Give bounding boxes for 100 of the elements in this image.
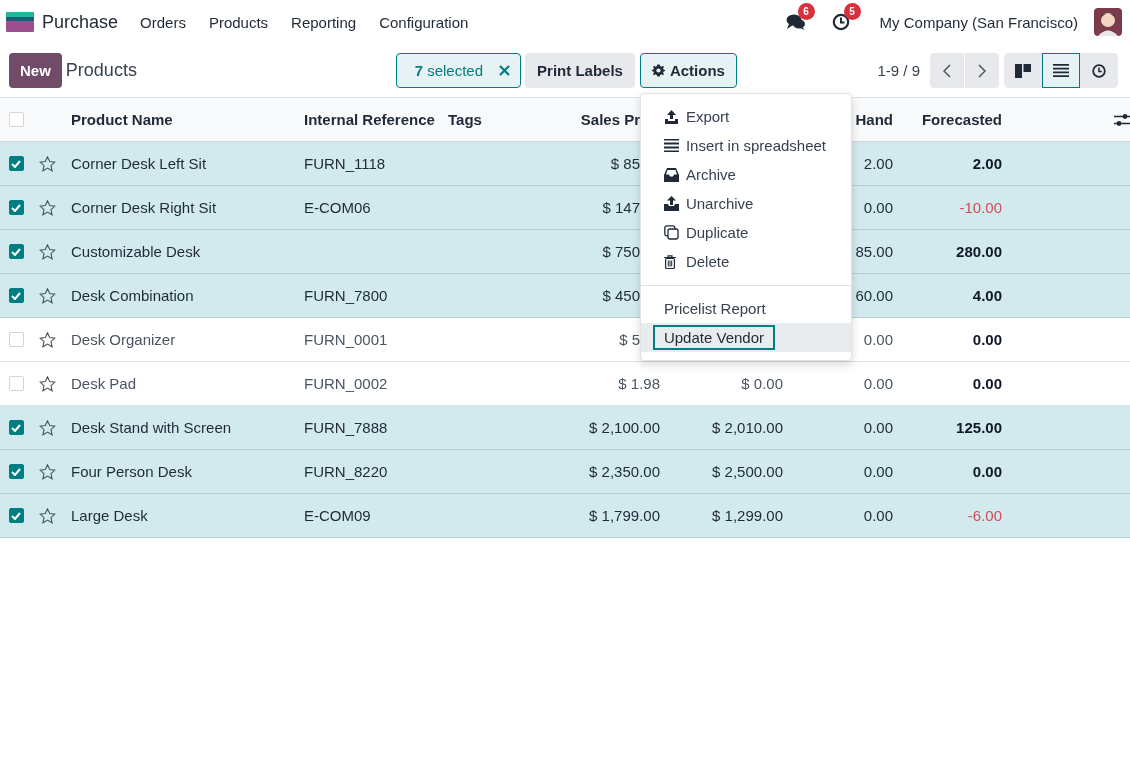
star-icon[interactable] xyxy=(38,507,56,524)
menu-item[interactable]: Export xyxy=(640,102,851,131)
table-cell: 280.00 xyxy=(956,243,1002,260)
checkbox[interactable] xyxy=(8,244,24,259)
column-settings-icon[interactable] xyxy=(1114,112,1130,127)
column-header[interactable]: Forecasted xyxy=(921,111,1002,128)
table-cell: Corner Desk Right Sit xyxy=(71,199,217,216)
inbox-icon xyxy=(663,167,679,182)
menu-item[interactable]: Archive xyxy=(640,160,851,189)
new-button[interactable]: New xyxy=(9,53,62,88)
table-cell: $ 1,799.00 xyxy=(589,507,660,524)
table-cell: $ 1.98 xyxy=(618,375,660,392)
table-cell: $ 2,350.00 xyxy=(589,463,660,480)
table-cell: 0.00 xyxy=(972,375,1002,392)
checkbox[interactable] xyxy=(8,464,24,479)
table-cell: $ 2,500.00 xyxy=(712,463,783,480)
menu-item[interactable]: Delete xyxy=(640,247,851,276)
table-cell: Desk Stand with Screen xyxy=(71,419,232,436)
star-icon[interactable] xyxy=(38,419,56,436)
table-cell: E-COM06 xyxy=(304,199,371,216)
menu-item[interactable]: Duplicate xyxy=(640,218,851,247)
star-icon[interactable] xyxy=(38,331,56,348)
star-icon[interactable] xyxy=(38,243,56,260)
table-cell: $ 750 xyxy=(602,243,640,260)
page-title: Products xyxy=(65,60,138,81)
upload-icon xyxy=(663,109,679,124)
menu-item[interactable]: Configuration xyxy=(379,13,469,31)
copy-icon xyxy=(663,225,679,240)
column-header[interactable]: Sales Pr xyxy=(580,111,640,128)
table-cell: -10.00 xyxy=(959,199,1002,216)
clock-icon xyxy=(1092,63,1106,78)
table-cell: $ 2,100.00 xyxy=(589,419,660,436)
table-cell: Large Desk xyxy=(71,507,148,524)
star-icon[interactable] xyxy=(38,287,56,304)
column-header[interactable]: Hand xyxy=(855,111,893,128)
menu-item[interactable]: Unarchive xyxy=(640,189,851,218)
chat-icon[interactable] xyxy=(785,13,806,31)
table-cell: 0.00 xyxy=(863,507,893,524)
pager-value: 1-9 / 9 xyxy=(877,62,920,79)
table-cell: 0.00 xyxy=(972,463,1002,480)
column-header[interactable]: Internal Reference xyxy=(304,111,435,128)
list-icon xyxy=(1053,64,1069,77)
table-cell: FURN_0002 xyxy=(304,375,388,392)
chevron-right-icon xyxy=(978,63,986,78)
column-header[interactable]: Tags xyxy=(448,111,482,128)
company-switcher[interactable]: My Company (San Francisco) xyxy=(879,13,1078,31)
table-cell: 0.00 xyxy=(972,331,1002,348)
table-cell: Desk Pad xyxy=(71,375,137,392)
table-cell: FURN_1118 xyxy=(304,155,386,172)
menu-item[interactable]: Orders xyxy=(140,13,186,31)
chevron-left-icon xyxy=(943,63,951,78)
star-icon[interactable] xyxy=(38,199,56,216)
menu-item[interactable]: Insert in spreadsheet xyxy=(640,131,851,160)
table-cell: 85.00 xyxy=(855,243,893,260)
table-cell: 60.00 xyxy=(855,287,893,304)
list-icon xyxy=(663,139,679,152)
close-icon[interactable] xyxy=(499,65,511,76)
star-icon[interactable] xyxy=(38,155,56,172)
avatar-icon[interactable] xyxy=(1094,8,1122,36)
clock-icon[interactable] xyxy=(831,13,850,31)
table-cell: Customizable Desk xyxy=(71,243,201,260)
table-cell: $ 5 xyxy=(619,331,640,348)
menu-item[interactable]: Pricelist Report xyxy=(652,296,777,321)
table-cell: 0.00 xyxy=(863,331,893,348)
table-cell: 2.00 xyxy=(863,155,893,172)
table-cell: FURN_0001 xyxy=(304,331,388,348)
table-cell: Desk Combination xyxy=(71,287,194,304)
table-cell: 4.00 xyxy=(972,287,1002,304)
table-cell: FURN_8220 xyxy=(304,463,388,480)
checkbox[interactable] xyxy=(8,200,24,215)
app-logo-icon[interactable] xyxy=(6,12,34,32)
print-labels-button[interactable]: Print Labels xyxy=(525,53,635,88)
table-cell: 125.00 xyxy=(956,419,1002,436)
table-cell: Desk Organizer xyxy=(71,331,176,348)
table-cell: FURN_7888 xyxy=(304,419,388,436)
table-cell: -6.00 xyxy=(967,507,1002,524)
star-icon[interactable] xyxy=(38,463,56,480)
column-header[interactable]: Product Name xyxy=(71,111,173,128)
menu-item[interactable]: Products xyxy=(208,13,269,31)
table-cell: 2.00 xyxy=(972,155,1002,172)
table-cell: $ 147 xyxy=(602,199,640,216)
selection-button[interactable]: 7 selected xyxy=(395,53,522,88)
table-cell: 0.00 xyxy=(863,199,893,216)
upload-icon xyxy=(663,196,679,211)
table-cell: FURN_7800 xyxy=(304,287,388,304)
table-cell: 0.00 xyxy=(863,463,893,480)
star-icon[interactable] xyxy=(38,375,56,392)
notification-badge: 6 xyxy=(797,3,815,20)
checkbox[interactable] xyxy=(8,156,24,171)
checkbox[interactable] xyxy=(8,508,24,523)
menu-item[interactable]: Reporting xyxy=(291,13,357,31)
table-cell: E-COM09 xyxy=(304,507,371,524)
app-name[interactable]: Purchase xyxy=(42,11,119,33)
actions-button[interactable]: Actions xyxy=(639,53,737,88)
menu-item[interactable]: Update Vendor xyxy=(652,325,775,350)
checkbox[interactable] xyxy=(8,420,24,435)
notification-badge: 5 xyxy=(843,3,861,20)
checkbox[interactable] xyxy=(8,288,24,303)
table-cell: 0.00 xyxy=(863,419,893,436)
view-switch-button[interactable] xyxy=(1042,53,1080,88)
